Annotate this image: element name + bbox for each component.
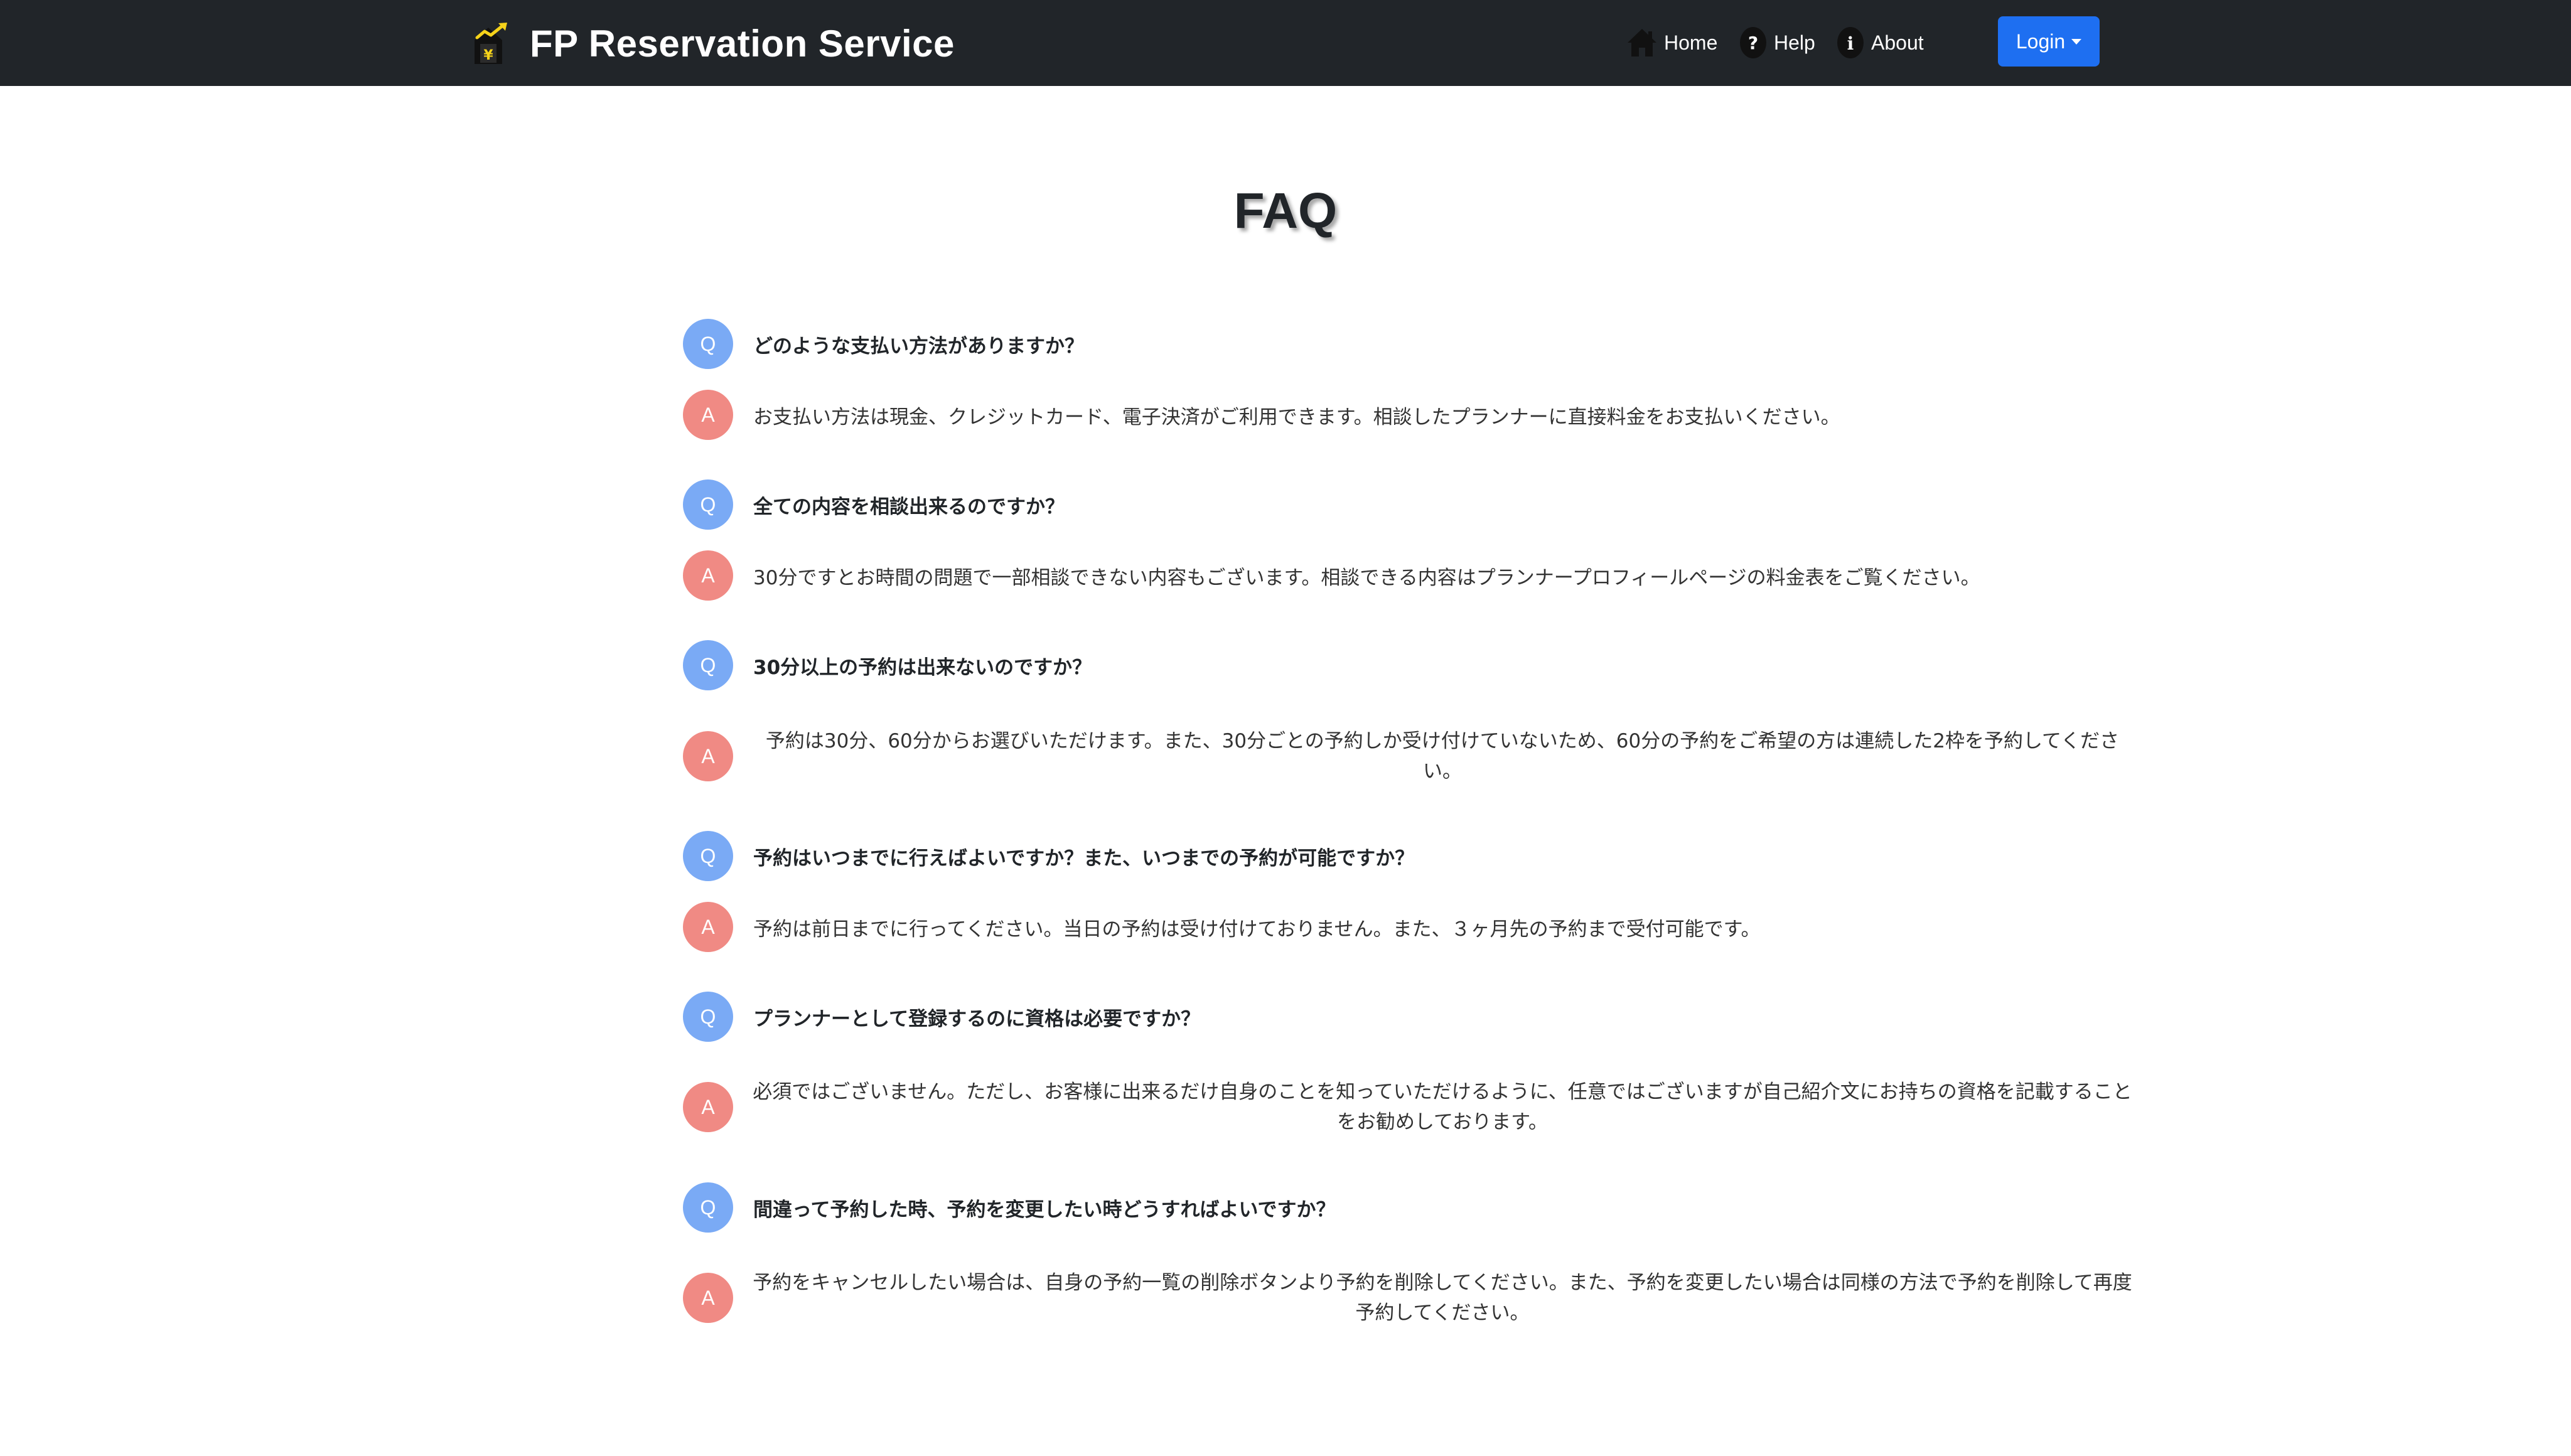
info-circle-icon: i (1837, 27, 1864, 58)
faq-answer-row: A 30分ですとお時間の問題で一部相談できない内容もございます。相談できる内容は… (683, 550, 1980, 601)
faq-answer-row: A 予約は前日までに行ってください。当日の予約は受け付けておりません。また、３ヶ… (683, 902, 1761, 952)
home-icon (1628, 29, 1656, 56)
faq-question: プランナーとして登録するのに資格は必要ですか？ (753, 1007, 1201, 1030)
nav-help-link[interactable]: ? Help (1739, 25, 1815, 60)
login-label: Login (2015, 29, 2066, 53)
faq-answer-row: A お支払い方法は現金、クレジットカード、電子決済がご利用できます。相談したプラ… (683, 390, 1840, 440)
faq-answer: 30分ですとお時間の問題で一部相談できない内容もございます。相談できる内容はプラ… (753, 566, 1980, 589)
nav-about-link[interactable]: i About (1836, 25, 1924, 60)
faq-question-row: Q 30分以上の予約は出来ないのですか？ (683, 640, 1092, 690)
question-badge: Q (683, 319, 733, 369)
answer-badge: A (683, 550, 733, 601)
faq-question-row: Q 間違って予約した時、予約を変更したい時どうすればよいですか？ (683, 1182, 1336, 1233)
svg-text:¥: ¥ (483, 48, 493, 63)
nav-about-label: About (1871, 31, 1924, 54)
faq-answer-row: A 必須ではございません。ただし、お客様に出来るだけ自身のことを知っていただける… (683, 1077, 2133, 1137)
svg-text:?: ? (1748, 33, 1758, 53)
nav-home-link[interactable]: Home (1626, 25, 1717, 60)
question-badge: Q (683, 1182, 733, 1233)
faq-question: 予約はいつまでに行えばよいですか？また、いつまでの予約が可能ですか？ (753, 847, 1415, 870)
login-dropdown-button[interactable]: Login (1998, 16, 2100, 67)
answer-badge: A (683, 731, 733, 781)
faq-answer: お支払い方法は現金、クレジットカード、電子決済がご利用できます。相談したプランナ… (753, 405, 1840, 429)
house-yen-growth-icon: ¥ (475, 23, 507, 64)
caret-down-icon (2071, 38, 2082, 45)
answer-badge: A (683, 390, 733, 440)
faq-question: 全ての内容を相談出来るのですか？ (753, 495, 1065, 518)
faq-question-row: Q 全ての内容を相談出来るのですか？ (683, 479, 1065, 530)
top-navbar: ¥ FP Reservation Service Home ? Help i A… (0, 0, 2571, 86)
brand-link[interactable]: ¥ FP Reservation Service (472, 21, 955, 65)
faq-question: どのような支払い方法がありますか？ (753, 335, 1084, 358)
brand-name: FP Reservation Service (530, 22, 955, 65)
faq-question-row: Q プランナーとして登録するのに資格は必要ですか？ (683, 992, 1200, 1042)
nav-help-label: Help (1774, 31, 1815, 54)
faq-question-row: Q 予約はいつまでに行えばよいですか？また、いつまでの予約が可能ですか？ (683, 831, 1414, 881)
question-circle-icon: ? (1740, 27, 1766, 58)
question-badge: Q (683, 992, 733, 1042)
question-badge: Q (683, 831, 733, 881)
faq-answer: 予約は30分、60分からお選びいただけます。また、30分ごとの予約しか受け付けて… (765, 730, 2120, 783)
nav-home-label: Home (1664, 31, 1718, 54)
faq-answer: 必須ではございません。ただし、お客様に出来るだけ自身のことを知っていただけるよう… (753, 1081, 2132, 1133)
faq-answer-row: A 予約をキャンセルしたい場合は、自身の予約一覧の削除ボタンより予約を削除してく… (683, 1268, 2133, 1328)
question-badge: Q (683, 640, 733, 690)
faq-question: 30分以上の予約は出来ないのですか？ (753, 656, 1092, 679)
page-title: FAQ (1233, 183, 1338, 238)
svg-text:i: i (1847, 33, 1854, 54)
faq-answer: 予約をキャンセルしたい場合は、自身の予約一覧の削除ボタンより予約を削除してくださ… (753, 1271, 2132, 1324)
faq-answer-row: A 予約は30分、60分からお選びいただけます。また、30分ごとの予約しか受け付… (683, 726, 2133, 786)
answer-badge: A (683, 1273, 733, 1323)
faq-question: 間違って予約した時、予約を変更したい時どうすればよいですか？ (753, 1198, 1336, 1221)
faq-question-row: Q どのような支払い方法がありますか？ (683, 319, 1084, 369)
faq-answer: 予約は前日までに行ってください。当日の予約は受け付けておりません。また、３ヶ月先… (753, 918, 1761, 941)
answer-badge: A (683, 1082, 733, 1132)
answer-badge: A (683, 902, 733, 952)
question-badge: Q (683, 479, 733, 530)
